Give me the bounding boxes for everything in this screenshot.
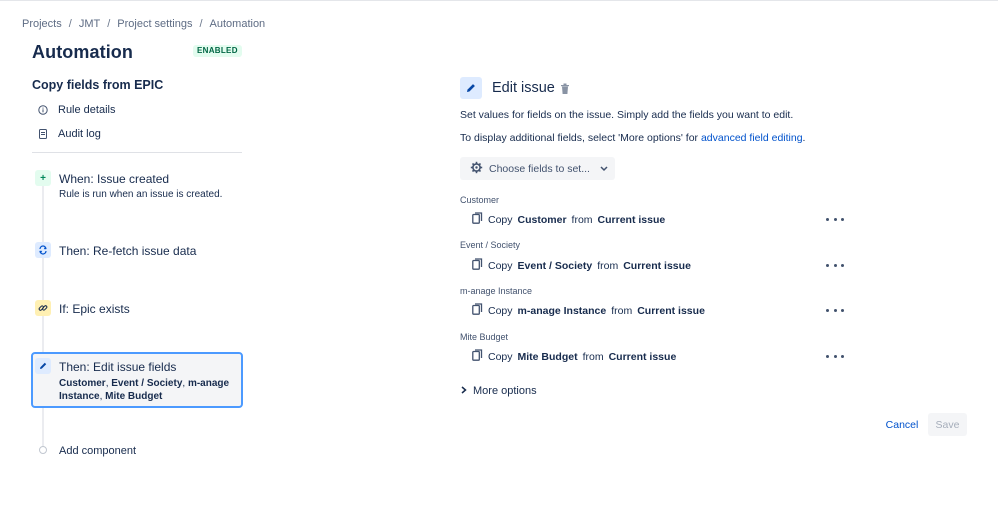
gear-icon	[470, 161, 483, 177]
breadcrumb-automation[interactable]: Automation	[210, 18, 266, 30]
from-text: from	[582, 350, 604, 363]
choose-fields-label: Choose fields to set...	[489, 162, 590, 175]
breadcrumb-separator: /	[107, 18, 111, 30]
copy-icon	[472, 258, 483, 273]
refresh-icon	[35, 242, 51, 258]
component-trigger[interactable]: + When: Issue created Rule is run when a…	[32, 170, 242, 210]
more-actions-icon[interactable]	[826, 305, 844, 315]
save-button[interactable]: Save	[928, 413, 967, 436]
cancel-button[interactable]: Cancel	[880, 414, 924, 436]
source-name: Current issue	[597, 213, 666, 226]
trigger-description: Rule is run when an issue is created.	[59, 189, 223, 200]
source-name: Current issue	[623, 259, 691, 272]
more-actions-icon[interactable]	[826, 260, 844, 270]
edit-component-fields: Customer, Event / Society, m-anage Instan…	[59, 377, 239, 403]
rule-details-link[interactable]: Rule details	[38, 102, 115, 118]
from-text: from	[571, 213, 593, 226]
panel-title: Edit issue	[492, 80, 555, 96]
field-row-event-society: Copy Event / Society from Current issue	[472, 258, 691, 273]
copy-text: Copy	[488, 213, 513, 226]
edit-component-title: Then: Edit issue fields	[59, 360, 177, 374]
more-options-toggle[interactable]: More options	[461, 385, 537, 397]
choose-fields-button[interactable]: Choose fields to set...	[460, 157, 615, 180]
from-text: from	[597, 259, 619, 272]
add-component-button[interactable]: Add component	[59, 445, 136, 457]
field-name: Customer	[59, 378, 106, 389]
breadcrumb-projects[interactable]: Projects	[22, 18, 62, 30]
field-name: Instance	[59, 391, 100, 402]
field-label: Event / Society	[460, 240, 521, 250]
copy-icon	[472, 212, 483, 227]
advanced-field-editing-link[interactable]: advanced field editing	[701, 132, 803, 144]
breadcrumb: Projects / JMT / Project settings / Auto…	[22, 18, 265, 30]
panel-advanced-text: To display additional fields, select 'Mo…	[460, 132, 805, 144]
audit-log-link[interactable]: Audit log	[38, 126, 101, 142]
top-border	[0, 0, 998, 1]
info-icon	[38, 104, 48, 116]
chevron-right-icon	[461, 385, 467, 397]
edit-issue-icon	[460, 77, 482, 99]
source-name: Current issue	[608, 350, 677, 363]
pencil-icon	[35, 358, 51, 374]
chevron-down-icon	[600, 163, 608, 175]
sidebar-divider	[32, 152, 242, 153]
field-label: Mite Budget	[460, 332, 509, 342]
plus-icon: +	[35, 170, 51, 186]
component-condition[interactable]: If: Epic exists	[32, 300, 242, 320]
from-text: from	[611, 304, 633, 317]
source-name: Current issue	[637, 304, 705, 317]
more-actions-icon[interactable]	[826, 214, 844, 224]
field-name: Mite Budget	[105, 391, 163, 402]
trigger-title: When: Issue created	[59, 172, 170, 186]
component-refetch[interactable]: Then: Re-fetch issue data	[32, 242, 242, 262]
more-options-label: More options	[473, 385, 537, 397]
field-label: m-anage Instance	[460, 286, 533, 296]
refetch-title: Then: Re-fetch issue data	[59, 244, 197, 258]
condition-title: If: Epic exists	[59, 302, 130, 316]
more-actions-icon[interactable]	[826, 351, 844, 361]
rule-name[interactable]: Copy fields from EPIC	[32, 78, 163, 92]
field-label: Customer	[460, 195, 500, 205]
advanced-text-suffix: .	[802, 132, 806, 144]
breadcrumb-separator: /	[68, 18, 72, 30]
trash-icon[interactable]	[560, 82, 572, 95]
breadcrumb-jmt[interactable]: JMT	[79, 18, 100, 30]
field-name: Mite Budget	[517, 350, 578, 363]
copy-text: Copy	[488, 304, 513, 317]
add-component-dot	[39, 446, 47, 454]
field-name: m-anage Instance	[517, 304, 607, 317]
field-name: Event / Society	[517, 259, 593, 272]
field-row-customer: Copy Customer from Current issue	[472, 212, 665, 227]
copy-text: Copy	[488, 259, 513, 272]
document-icon	[38, 128, 48, 140]
component-edit[interactable]: Then: Edit issue fields Customer, Event …	[32, 358, 242, 402]
audit-log-label: Audit log	[58, 128, 101, 140]
advanced-text-prefix: To display additional fields, select 'Mo…	[460, 132, 701, 144]
status-badge: ENABLED	[193, 45, 242, 57]
field-row-manage-instance: Copy m-anage Instance from Current issue	[472, 303, 705, 318]
field-name: Customer	[517, 213, 567, 226]
copy-text: Copy	[488, 350, 513, 363]
field-row-mite-budget: Copy Mite Budget from Current issue	[472, 349, 676, 364]
panel-help-text: Set values for fields on the issue. Simp…	[460, 109, 794, 121]
link-icon	[35, 300, 51, 316]
field-name: m-anage	[187, 378, 230, 389]
field-name: Event / Society	[111, 378, 183, 389]
copy-icon	[472, 349, 483, 364]
breadcrumb-project-settings[interactable]: Project settings	[117, 18, 192, 30]
rule-details-label: Rule details	[58, 104, 116, 116]
breadcrumb-separator: /	[199, 18, 203, 30]
copy-icon	[472, 303, 483, 318]
page-title: Automation	[32, 42, 133, 62]
